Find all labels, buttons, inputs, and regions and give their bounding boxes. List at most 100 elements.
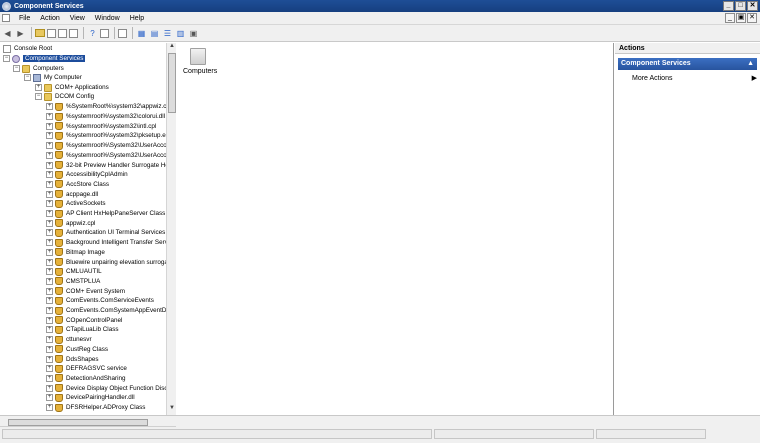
- expand-toggle[interactable]: +: [46, 326, 53, 334]
- expand-toggle[interactable]: +: [46, 336, 53, 344]
- expand-toggle[interactable]: +: [46, 248, 53, 256]
- scroll-thumb[interactable]: [168, 53, 176, 113]
- maximize-button[interactable]: □: [735, 1, 746, 11]
- tree-my-computer[interactable]: − My Computer: [24, 73, 82, 83]
- dcom-config-item[interactable]: +32-bit Preview Handler Surrogate Ho: [46, 160, 169, 170]
- large-icons-view-icon[interactable]: ▦: [136, 28, 147, 39]
- properties-icon[interactable]: [100, 28, 109, 38]
- dcom-config-item[interactable]: + ComEvents.ComSystemAppEventDat: [46, 306, 172, 316]
- expand-toggle[interactable]: +: [46, 132, 53, 140]
- dcom-config-item[interactable]: + %SystemRoot%\system32\appwiz.cp: [46, 102, 170, 112]
- menu-action[interactable]: Action: [35, 15, 64, 22]
- more-actions-item[interactable]: More Actions ▶: [632, 74, 757, 84]
- dcom-config-item[interactable]: + cttunesvr: [46, 335, 92, 345]
- child-close-button[interactable]: ✕: [747, 13, 757, 23]
- expand-toggle[interactable]: +: [46, 374, 53, 382]
- help-icon[interactable]: ?: [87, 28, 98, 39]
- scroll-up-icon[interactable]: ▲: [167, 43, 177, 52]
- expand-toggle[interactable]: +: [46, 355, 53, 363]
- expand-toggle[interactable]: +: [46, 268, 53, 276]
- dcom-config-item[interactable]: + DFSRHelper.ADProxy Class: [46, 403, 145, 413]
- hscroll-thumb[interactable]: [8, 419, 148, 426]
- dcom-config-item[interactable]: + %systemroot%\system32\colorui.dll: [46, 112, 165, 122]
- refresh-icon[interactable]: [58, 28, 67, 38]
- expand-toggle[interactable]: +: [46, 219, 53, 227]
- small-icons-view-icon[interactable]: ▤: [149, 28, 160, 39]
- dcom-config-item[interactable]: + appwiz.cpl: [46, 218, 95, 228]
- detail-view-icon[interactable]: ▥: [175, 28, 186, 39]
- dcom-config-item[interactable]: + CustReg Class: [46, 345, 108, 355]
- dcom-config-item[interactable]: + DEFRAGSVC service: [46, 364, 127, 374]
- console-window-icon[interactable]: [2, 14, 10, 22]
- dcom-config-item[interactable]: + %systemroot%\System32\UserAcco: [46, 141, 167, 151]
- dcom-config-item[interactable]: + DetectionAndSharing: [46, 374, 126, 384]
- computers-folder-icon[interactable]: [190, 48, 206, 65]
- expand-toggle[interactable]: +: [46, 384, 53, 392]
- expand-toggle[interactable]: +: [46, 229, 53, 237]
- collapse-toggle[interactable]: −: [13, 65, 20, 73]
- dcom-config-item[interactable]: + %systemroot%\System32\UserAcco: [46, 151, 167, 161]
- tree-vertical-scrollbar[interactable]: ▲ ▼: [166, 43, 176, 415]
- expand-toggle[interactable]: +: [46, 210, 53, 218]
- list-view-icon[interactable]: ☰: [162, 28, 173, 39]
- expand-toggle[interactable]: +: [46, 287, 53, 295]
- dcom-config-item[interactable]: + AccStore Class: [46, 180, 109, 190]
- show-hide-tree-icon[interactable]: [47, 28, 56, 38]
- expand-toggle[interactable]: +: [46, 345, 53, 353]
- expand-toggle[interactable]: +: [46, 297, 53, 305]
- expand-toggle[interactable]: +: [46, 180, 53, 188]
- expand-toggle[interactable]: +: [46, 113, 53, 121]
- expand-toggle[interactable]: +: [46, 122, 53, 130]
- dcom-config-item[interactable]: + Background Intelligent Transfer Servi: [46, 238, 169, 248]
- tree-component-services[interactable]: − Component Services: [3, 54, 86, 64]
- dcom-config-item[interactable]: + DevicePairingHandler.dll: [46, 393, 135, 403]
- forward-arrow-icon[interactable]: ▶: [15, 28, 26, 39]
- view-icon[interactable]: [118, 28, 127, 38]
- dcom-config-item[interactable]: + Bluewire unpairing elevation surrogat: [46, 257, 170, 267]
- scroll-down-icon[interactable]: ▼: [167, 405, 177, 414]
- dcom-config-item[interactable]: + Bitmap Image: [46, 248, 105, 258]
- menu-file[interactable]: File: [14, 15, 35, 22]
- expand-toggle[interactable]: +: [46, 365, 53, 373]
- dcom-config-item[interactable]: + CTapiLuaLib Class: [46, 325, 119, 335]
- child-minimize-button[interactable]: _: [725, 13, 735, 23]
- expand-toggle[interactable]: +: [46, 103, 53, 111]
- expand-toggle[interactable]: +: [46, 190, 53, 198]
- dcom-config-item[interactable]: + COpenControlPanel: [46, 315, 122, 325]
- expand-toggle[interactable]: +: [46, 394, 53, 402]
- expand-toggle[interactable]: +: [46, 277, 53, 285]
- tree-console-root[interactable]: Console Root: [3, 44, 52, 54]
- dcom-config-item[interactable]: + Authentication UI Terminal Services E: [46, 228, 171, 238]
- expand-toggle[interactable]: +: [46, 151, 53, 159]
- computers-item-label[interactable]: Computers: [183, 68, 217, 75]
- menu-window[interactable]: Window: [90, 15, 125, 22]
- back-arrow-icon[interactable]: ◀: [2, 28, 13, 39]
- dcom-config-item[interactable]: + DdsShapes: [46, 354, 99, 364]
- dcom-config-item[interactable]: + %systemroot%\system32\pksetup.e: [46, 131, 166, 141]
- menu-help[interactable]: Help: [125, 15, 149, 22]
- expand-toggle[interactable]: +: [46, 171, 53, 179]
- collapse-toggle[interactable]: −: [24, 74, 31, 82]
- close-button[interactable]: ✕: [747, 1, 758, 11]
- dcom-config-item[interactable]: + ActiveSockets: [46, 199, 106, 209]
- collapse-toggle[interactable]: −: [3, 55, 10, 63]
- expand-toggle[interactable]: +: [35, 84, 42, 92]
- collapse-toggle[interactable]: −: [35, 93, 42, 101]
- expand-toggle[interactable]: +: [46, 258, 53, 266]
- up-folder-icon[interactable]: [35, 29, 45, 37]
- expand-toggle[interactable]: +: [46, 239, 53, 247]
- expand-toggle[interactable]: +: [46, 142, 53, 150]
- status-view-icon[interactable]: ▣: [188, 28, 199, 39]
- child-restore-button[interactable]: ▣: [736, 13, 746, 23]
- dcom-config-item[interactable]: + %systemroot%\system32\intl.cpl: [46, 121, 156, 131]
- expand-toggle[interactable]: +: [46, 161, 53, 169]
- dcom-config-item[interactable]: + Device Display Object Function Disco: [46, 383, 171, 393]
- minimize-button[interactable]: _: [723, 1, 734, 11]
- expand-toggle[interactable]: +: [46, 404, 53, 412]
- dcom-config-item[interactable]: + CMSTPLUA: [46, 277, 100, 287]
- dcom-config-item[interactable]: + AP Client HxHelpPaneServer Class: [46, 209, 165, 219]
- expand-toggle[interactable]: +: [46, 316, 53, 324]
- export-list-icon[interactable]: [69, 28, 78, 38]
- collapse-caret-icon[interactable]: ▲: [747, 58, 754, 70]
- actions-section-component-services[interactable]: Component Services ▲: [618, 58, 757, 70]
